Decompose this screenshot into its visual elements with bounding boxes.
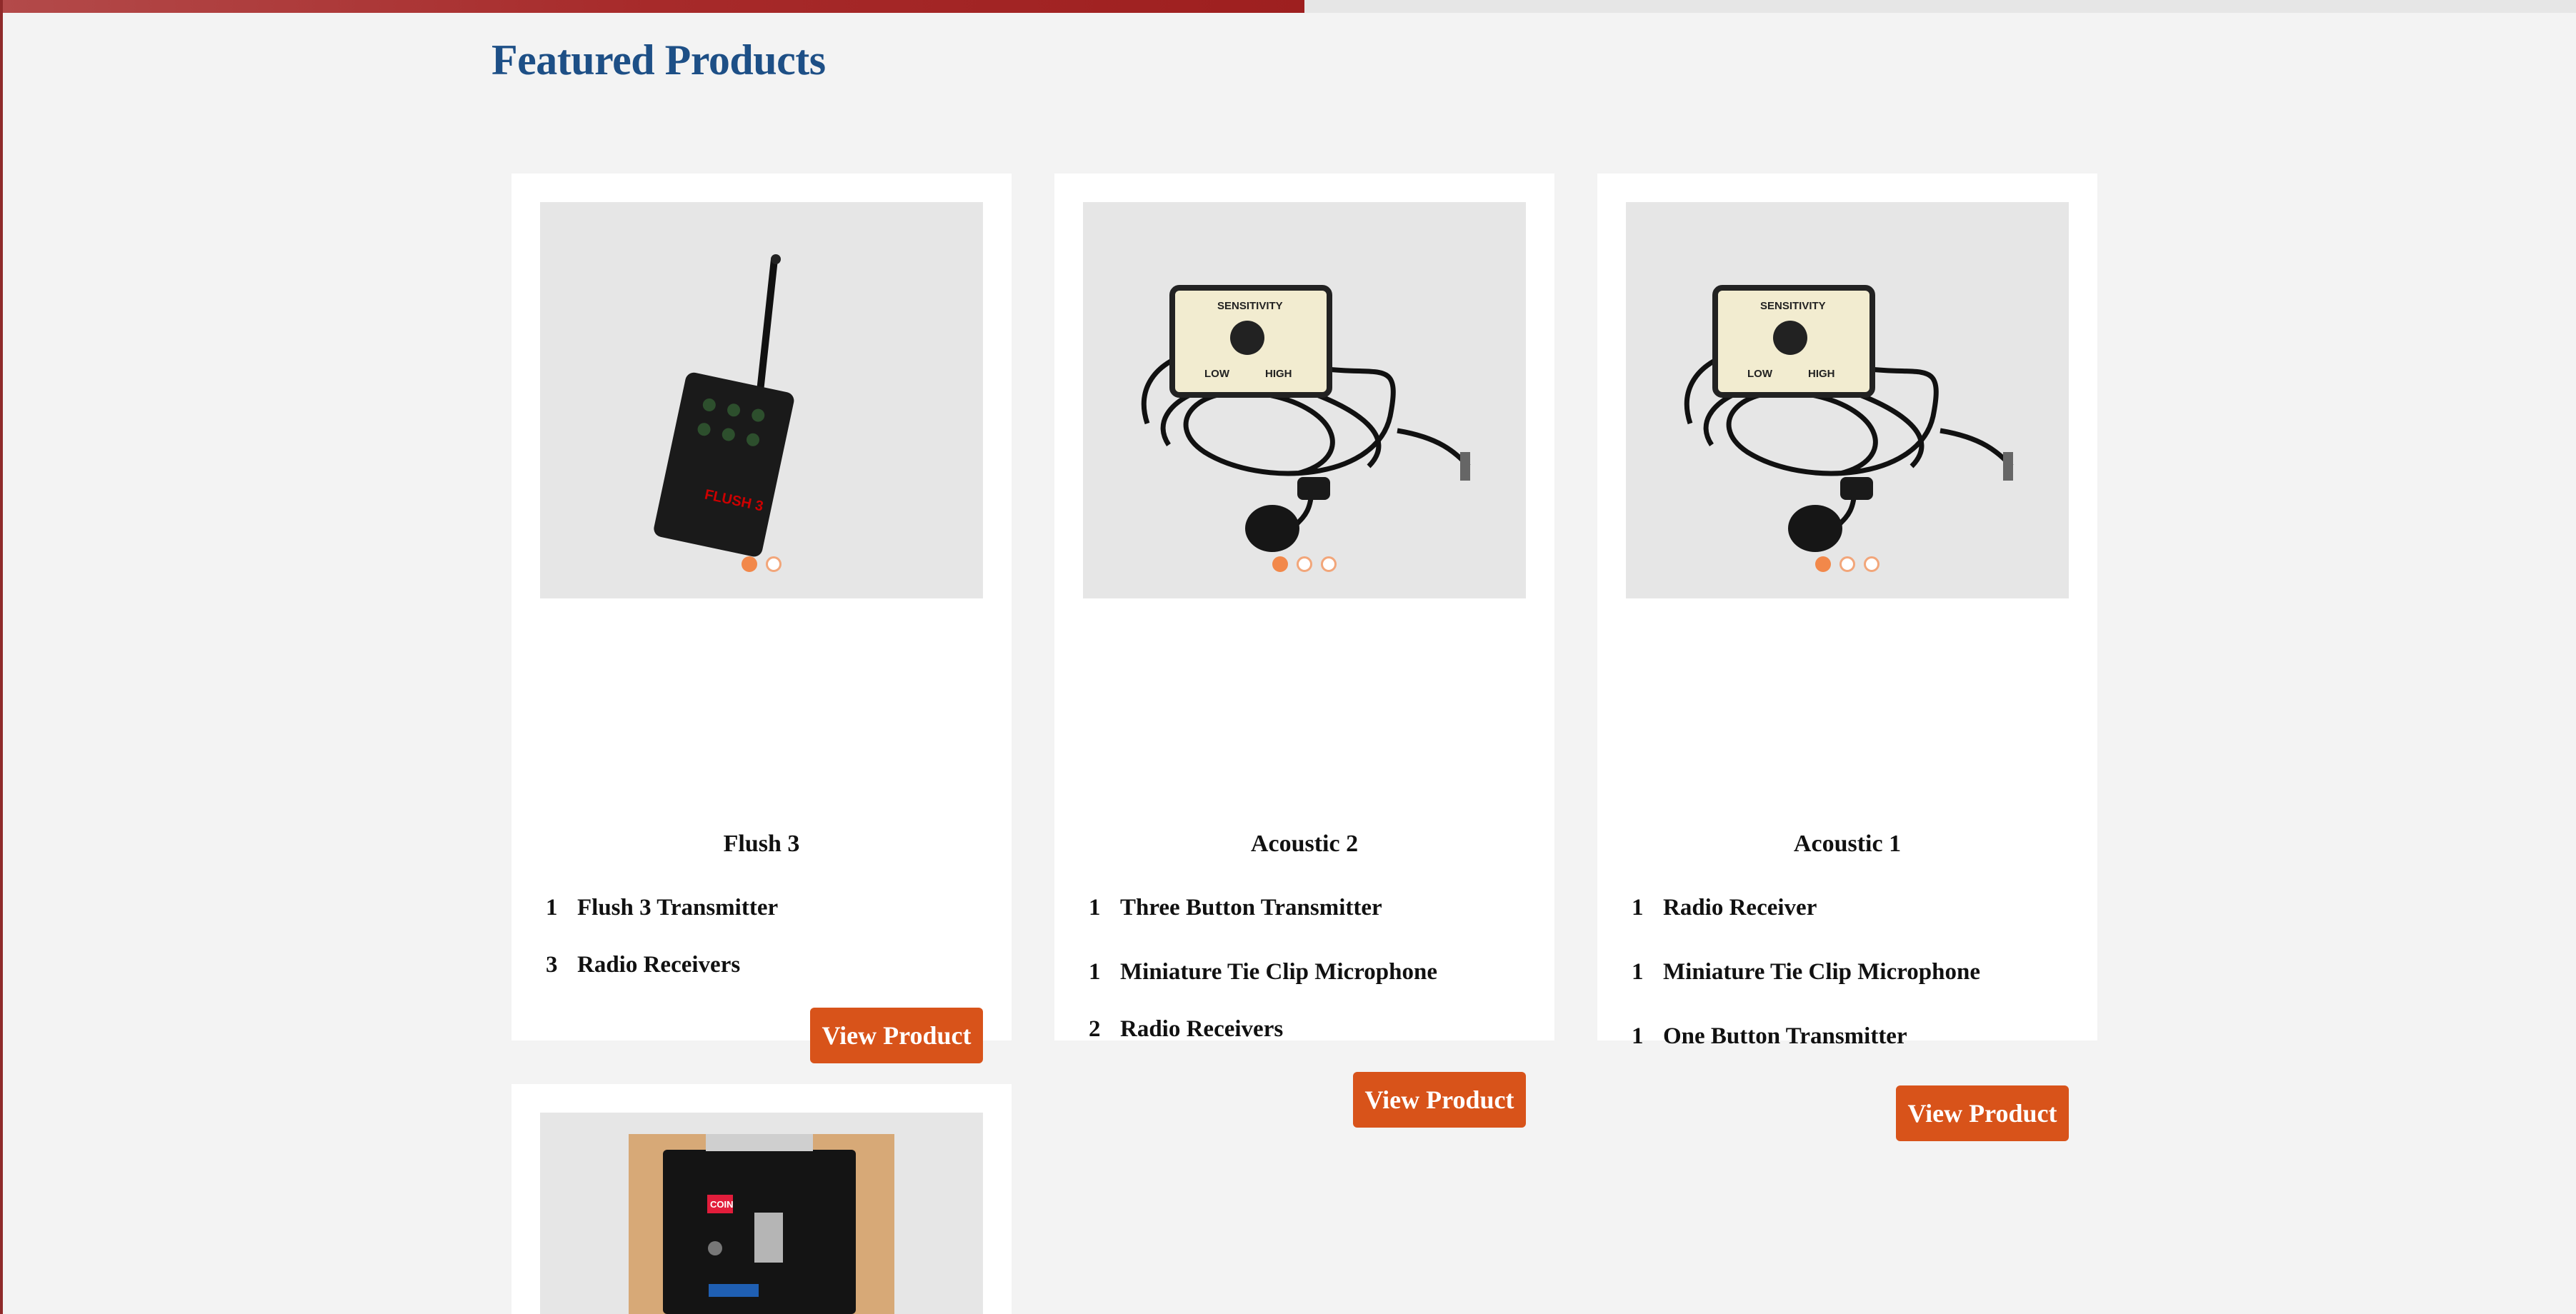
left-edge — [0, 0, 3, 1314]
device-label: LOW — [1747, 368, 1773, 380]
product-image[interactable]: SENSITIVITY LOW HIGH — [1626, 202, 2069, 598]
product-name[interactable]: Acoustic 2 — [1054, 831, 1554, 858]
carousel-dot[interactable] — [1272, 556, 1288, 572]
product-image[interactable]: FLUSH 3 — [540, 202, 983, 598]
carousel-dot[interactable] — [1864, 556, 1880, 572]
carousel-dot[interactable] — [1297, 556, 1312, 572]
product-image[interactable]: COIN — [540, 1113, 983, 1314]
microphone-kit-image: SENSITIVITY LOW HIGH — [1684, 285, 2014, 552]
carousel-dot[interactable] — [1839, 556, 1855, 572]
product-item: 3 Radio Receivers — [546, 952, 741, 978]
product-item: 1 One Button Transmitter — [1632, 1023, 1907, 1049]
product-item: 1 Miniature Tie Clip Microphone — [1089, 959, 1438, 985]
carousel-dot[interactable] — [741, 556, 757, 572]
product-image[interactable]: SENSITIVITY LOW HIGH — [1083, 202, 1526, 598]
device-label: SENSITIVITY — [1217, 300, 1283, 312]
top-progress-bar — [0, 0, 2576, 13]
carousel-dots — [1083, 556, 1526, 576]
product-name[interactable]: Acoustic 1 — [1597, 831, 2097, 858]
product-name[interactable]: Flush 3 — [511, 831, 1012, 858]
view-product-button[interactable]: View Product — [1896, 1085, 2069, 1141]
carousel-dot[interactable] — [766, 556, 782, 572]
device-label: HIGH — [1265, 368, 1292, 380]
product-item: 1 Radio Receiver — [1632, 895, 1817, 921]
product-card: FLUSH 3 Flush 3 1 Flush 3 Transmitter 3 Ra… — [511, 174, 1012, 1063]
view-product-button[interactable]: View Product — [810, 1008, 983, 1063]
page-title: Featured Products — [491, 36, 826, 84]
device-label: SENSITIVITY — [1760, 300, 1826, 312]
product-item: 1 Flush 3 Transmitter — [546, 895, 779, 921]
carousel-dots — [540, 556, 983, 576]
product-item: 1 Three Button Transmitter — [1089, 895, 1382, 921]
carousel-dot[interactable] — [1321, 556, 1337, 572]
view-product-button[interactable]: View Product — [1353, 1072, 1526, 1128]
device-label: HIGH — [1808, 368, 1835, 380]
product-card: COIN — [511, 1084, 1012, 1314]
device-label: LOW — [1204, 368, 1230, 380]
product-card: SENSITIVITY LOW HIGH Acoustic 2 1 Three B… — [1054, 174, 1554, 1128]
carousel-dot[interactable] — [1814, 556, 1831, 572]
product-card: SENSITIVITY LOW HIGH Acoustic 1 1 Radio R… — [1597, 174, 2097, 1141]
carousel-dots — [1626, 556, 2069, 576]
coin-badge-text: COIN — [710, 1199, 734, 1210]
microphone-kit-image: SENSITIVITY LOW HIGH — [1141, 285, 1471, 552]
coin-box-image: COIN — [629, 1134, 894, 1314]
transmitter-image: FLUSH 3 — [654, 254, 794, 557]
product-item: 1 Miniature Tie Clip Microphone — [1632, 959, 1981, 985]
product-item: 2 Radio Receivers — [1089, 1016, 1284, 1042]
